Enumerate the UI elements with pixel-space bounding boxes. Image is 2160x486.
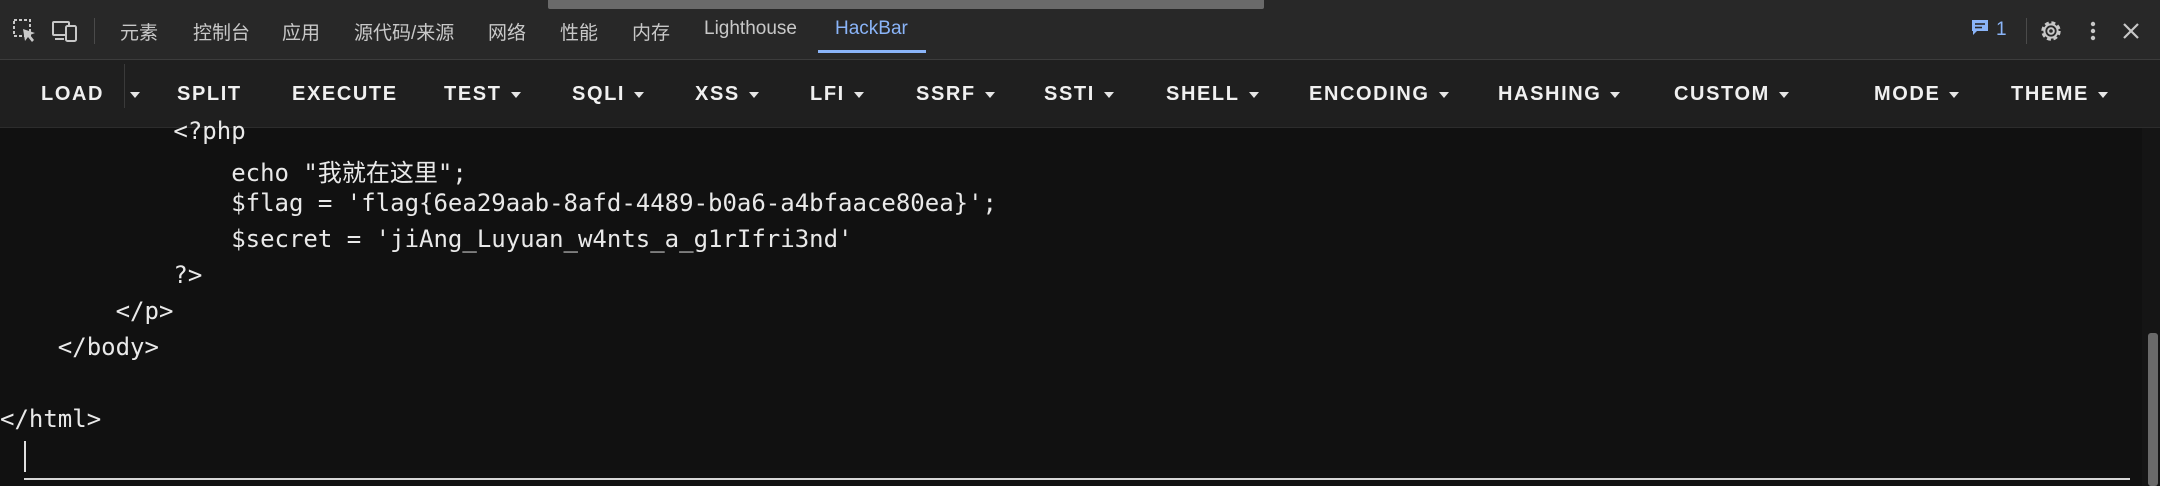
hashing-dropdown[interactable]: HASHING [1498, 78, 1621, 110]
inspect-element-icon[interactable] [10, 16, 40, 46]
test-dropdown[interactable]: TEST [444, 78, 521, 110]
tab-elements[interactable]: 元素 [120, 18, 158, 45]
chevron-down-icon [853, 92, 864, 98]
code-line: </html> [0, 405, 102, 433]
chevron-down-icon [748, 92, 759, 98]
hashing-dropdown-label: HASHING [1498, 82, 1602, 105]
horizontal-scrollbar-thumb[interactable] [548, 0, 1264, 9]
chevron-down-icon [1610, 92, 1621, 98]
execute-button[interactable]: EXECUTE [292, 78, 398, 110]
chevron-down-icon [1248, 92, 1259, 98]
code-line: </p> [0, 297, 174, 325]
execute-button-label: EXECUTE [292, 82, 398, 105]
theme-dropdown[interactable]: THEME [2011, 78, 2108, 110]
device-toolbar-icon[interactable] [50, 16, 80, 46]
chevron-down-icon [2098, 92, 2108, 98]
encoding-dropdown-label: ENCODING [1309, 82, 1430, 105]
xss-dropdown-label: XSS [695, 82, 740, 105]
editor-focus-underline [24, 478, 2130, 480]
test-dropdown-label: TEST [444, 82, 502, 105]
tab-sources[interactable]: 源代码/来源 [354, 18, 454, 45]
code-line: echo "我就在这里"; [0, 159, 467, 187]
encoding-dropdown[interactable]: ENCODING [1309, 78, 1449, 110]
sqli-dropdown-label: SQLI [572, 82, 626, 105]
shell-dropdown[interactable]: SHELL [1166, 78, 1259, 110]
chevron-down-icon [984, 92, 995, 98]
hackbar-toolbar: LOAD SPLIT EXECUTE TEST SQLI XSS LFI SSR… [0, 60, 2160, 128]
theme-dropdown-label: THEME [2011, 82, 2089, 105]
chevron-down-icon [1778, 92, 1789, 98]
toolbar-divider [94, 18, 95, 44]
toolbar-divider-right [2026, 18, 2027, 44]
code-line: <?php [0, 117, 246, 145]
devtools-window: 元素 控制台 应用 源代码/来源 网络 性能 内存 Lighthouse Hac… [0, 0, 2160, 486]
split-button-label: SPLIT [177, 82, 242, 105]
issues-badge[interactable]: 1 [1970, 18, 2007, 42]
code-line: </body> [0, 333, 159, 361]
mode-dropdown-label: MODE [1874, 82, 1941, 105]
lfi-dropdown-label: LFI [810, 82, 845, 105]
settings-icon[interactable] [2036, 16, 2066, 46]
vertical-scrollbar-thumb[interactable] [2148, 333, 2158, 486]
close-icon[interactable] [2116, 16, 2146, 46]
devtools-tab-bar: 元素 控制台 应用 源代码/来源 网络 性能 内存 Lighthouse Hac… [0, 0, 2160, 60]
chevron-down-icon [510, 92, 521, 98]
code-line: ?> [0, 261, 203, 289]
lfi-dropdown[interactable]: LFI [810, 78, 864, 110]
code-line: $secret = 'jiAng_Luyuan_w4nts_a_g1rIfri3… [0, 225, 853, 253]
chevron-down-icon [634, 92, 645, 98]
sqli-dropdown[interactable]: SQLI [572, 78, 645, 110]
tab-network[interactable]: 网络 [488, 18, 526, 45]
custom-dropdown-label: CUSTOM [1674, 82, 1770, 105]
chevron-down-icon [1103, 92, 1114, 98]
ssti-dropdown[interactable]: SSTI [1044, 78, 1114, 110]
ssrf-dropdown[interactable]: SSRF [916, 78, 995, 110]
chevron-down-icon [1949, 92, 1960, 98]
load-button-label: LOAD [41, 82, 105, 105]
response-code-editor[interactable]: <?php echo "我就在这里"; $flag = 'flag{6ea29a… [0, 117, 2140, 486]
split-button[interactable]: SPLIT [177, 78, 242, 110]
tab-console[interactable]: 控制台 [193, 18, 250, 45]
load-button[interactable]: LOAD [41, 78, 104, 110]
xss-dropdown[interactable]: XSS [695, 78, 759, 110]
tab-application[interactable]: 应用 [282, 18, 320, 45]
tab-performance[interactable]: 性能 [560, 18, 598, 45]
load-split-divider [124, 64, 125, 108]
ssti-dropdown-label: SSTI [1044, 82, 1095, 105]
text-cursor [24, 441, 26, 472]
more-options-icon[interactable] [2078, 16, 2108, 46]
load-options-dropdown[interactable] [130, 78, 140, 110]
tab-memory[interactable]: 内存 [632, 18, 670, 45]
tab-lighthouse[interactable]: Lighthouse [704, 18, 797, 40]
code-line: $flag = 'flag{6ea29aab-8afd-4489-b0a6-a4… [0, 189, 997, 217]
issues-count: 1 [1996, 19, 2007, 40]
tab-hackbar[interactable]: HackBar [835, 18, 908, 40]
active-tab-indicator [818, 50, 926, 53]
chevron-down-icon [1438, 92, 1449, 98]
mode-dropdown[interactable]: MODE [1874, 78, 1960, 110]
custom-dropdown[interactable]: CUSTOM [1674, 78, 1789, 110]
chevron-down-icon [130, 92, 140, 98]
message-icon [1970, 18, 1990, 42]
shell-dropdown-label: SHELL [1166, 82, 1240, 105]
ssrf-dropdown-label: SSRF [916, 82, 976, 105]
